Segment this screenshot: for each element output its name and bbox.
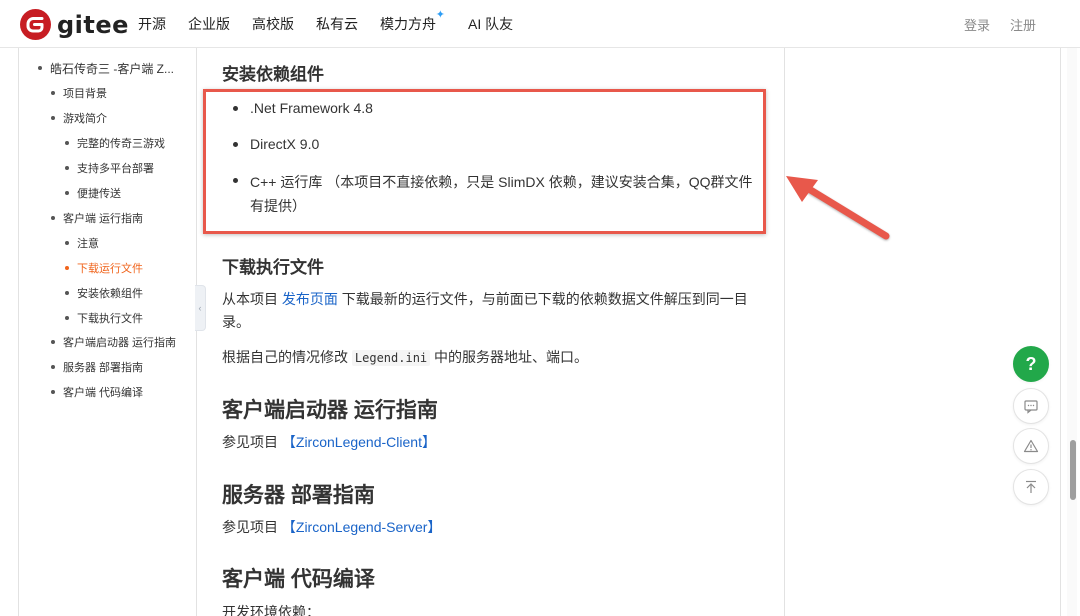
warning-icon [1023,439,1039,453]
help-icon: ? [1025,353,1037,374]
dep-item-directx: DirectX 9.0 [233,134,762,155]
register-link[interactable]: 注册 [1010,15,1036,34]
launcher-heading: 客户端启动器 运行指南 [222,399,438,422]
logo-text: gitee [57,10,129,39]
dep-item-cpp-runtime: C++ 运行库 （本项目不直接依赖，只是 SlimDX 依赖，建议安装合集，QQ… [233,170,762,218]
toc-sidebar: 皓石传奇三 -客户端 Z... 项目背景 游戏简介 完整的传奇三游戏 支持多平台… [19,48,197,616]
page-scrollbar[interactable] [1067,48,1077,616]
login-link[interactable]: 登录 [964,15,990,34]
comment-icon [1024,400,1038,414]
toc-item-server-guide[interactable]: 服务器 部署指南 [50,359,143,375]
page-scrollbar-thumb[interactable] [1070,440,1076,500]
readme-content: 安装依赖组件 .Net Framework 4.8 DirectX 9.0 C+… [197,48,785,616]
nav-enterprise[interactable]: 企业版 [188,14,230,34]
toc-item-root[interactable]: 皓石传奇三 -客户端 Z... [38,60,174,77]
toc-item-intro[interactable]: 游戏简介 [51,110,107,126]
toc-item-client-guide[interactable]: 客户端 运行指南 [50,210,143,226]
download-exec-heading: 下载执行文件 [222,258,324,277]
toc-item-download-exec[interactable]: 下载执行文件 [65,310,143,326]
annotation-arrow-icon [786,176,890,240]
sparkle-icon: ✦ [435,9,445,21]
nav-moli-ark-label: 模力方舟 [380,16,436,32]
back-to-top-button[interactable] [1013,469,1049,505]
launcher-ref-text: 参见项目 [222,434,282,450]
frame-right-border [1060,48,1061,616]
server-heading: 服务器 部署指南 [222,484,375,507]
help-button[interactable]: ? [1013,346,1049,382]
config-text-2: 中的服务器地址、端口。 [430,349,589,365]
toc-item-full-game[interactable]: 完整的传奇三游戏 [65,135,165,151]
download-text-1: 从本项目 [222,291,282,307]
toc-item-launcher-guide[interactable]: 客户端启动器 运行指南 [50,334,176,350]
toc-item-multiplatform[interactable]: 支持多平台部署 [65,160,154,176]
server-ref-text: 参见项目 [222,519,282,535]
back-to-top-icon [1026,480,1036,493]
toc-item-install-deps[interactable]: 安装依赖组件 [65,285,143,301]
dep-item-dotnet: .Net Framework 4.8 [233,98,762,119]
config-text-1: 根据自己的情况修改 [222,349,352,365]
config-paragraph: 根据自己的情况修改 Legend.ini 中的服务器地址、端口。 [222,346,762,370]
server-project-link[interactable]: 【ZirconLegend-Server】 [282,519,442,535]
content-right-border [784,48,785,616]
client-project-link[interactable]: 【ZirconLegend-Client】 [282,434,436,450]
install-deps-heading: 安装依赖组件 [222,65,324,84]
config-filename: Legend.ini [351,350,431,366]
toc-item-teleport[interactable]: 便捷传送 [65,185,121,201]
nav-private-cloud[interactable]: 私有云 [316,14,358,34]
nav-ai-teammate[interactable]: AI 队友 [468,14,513,34]
toc-item-notes[interactable]: 注意 [65,235,99,251]
toc-item-background[interactable]: 项目背景 [51,85,107,101]
report-button[interactable] [1013,428,1049,464]
main-nav: 开源 企业版 高校版 私有云 模力方舟 ✦ AI 队友 [138,0,535,48]
gitee-logo[interactable]: gitee [20,9,129,40]
auth-links: 登录 注册 [944,0,1036,48]
nav-moli-ark[interactable]: 模力方舟 ✦ [380,9,445,34]
launcher-paragraph: 参见项目 【ZirconLegend-Client】 [222,431,762,454]
toc-item-compile[interactable]: 客户端 代码编译 [50,384,143,400]
gitee-logo-icon [20,9,51,40]
server-paragraph: 参见项目 【ZirconLegend-Server】 [222,516,762,539]
top-navbar: gitee 开源 企业版 高校版 私有云 模力方舟 ✦ AI 队友 登录 注册 [0,0,1080,48]
compile-heading: 客户端 代码编译 [222,568,375,591]
download-paragraph: 从本项目 发布页面 下载最新的运行文件，与前面已下载的依赖数据文件解压到同一目录… [222,288,762,334]
nav-education[interactable]: 高校版 [252,14,294,34]
nav-opensource[interactable]: 开源 [138,14,166,34]
toc-item-download-runtime[interactable]: 下载运行文件 [65,260,143,276]
compile-paragraph: 开发环境依赖： [222,604,320,616]
comment-button[interactable] [1013,388,1049,424]
release-page-link[interactable]: 发布页面 [282,291,338,307]
